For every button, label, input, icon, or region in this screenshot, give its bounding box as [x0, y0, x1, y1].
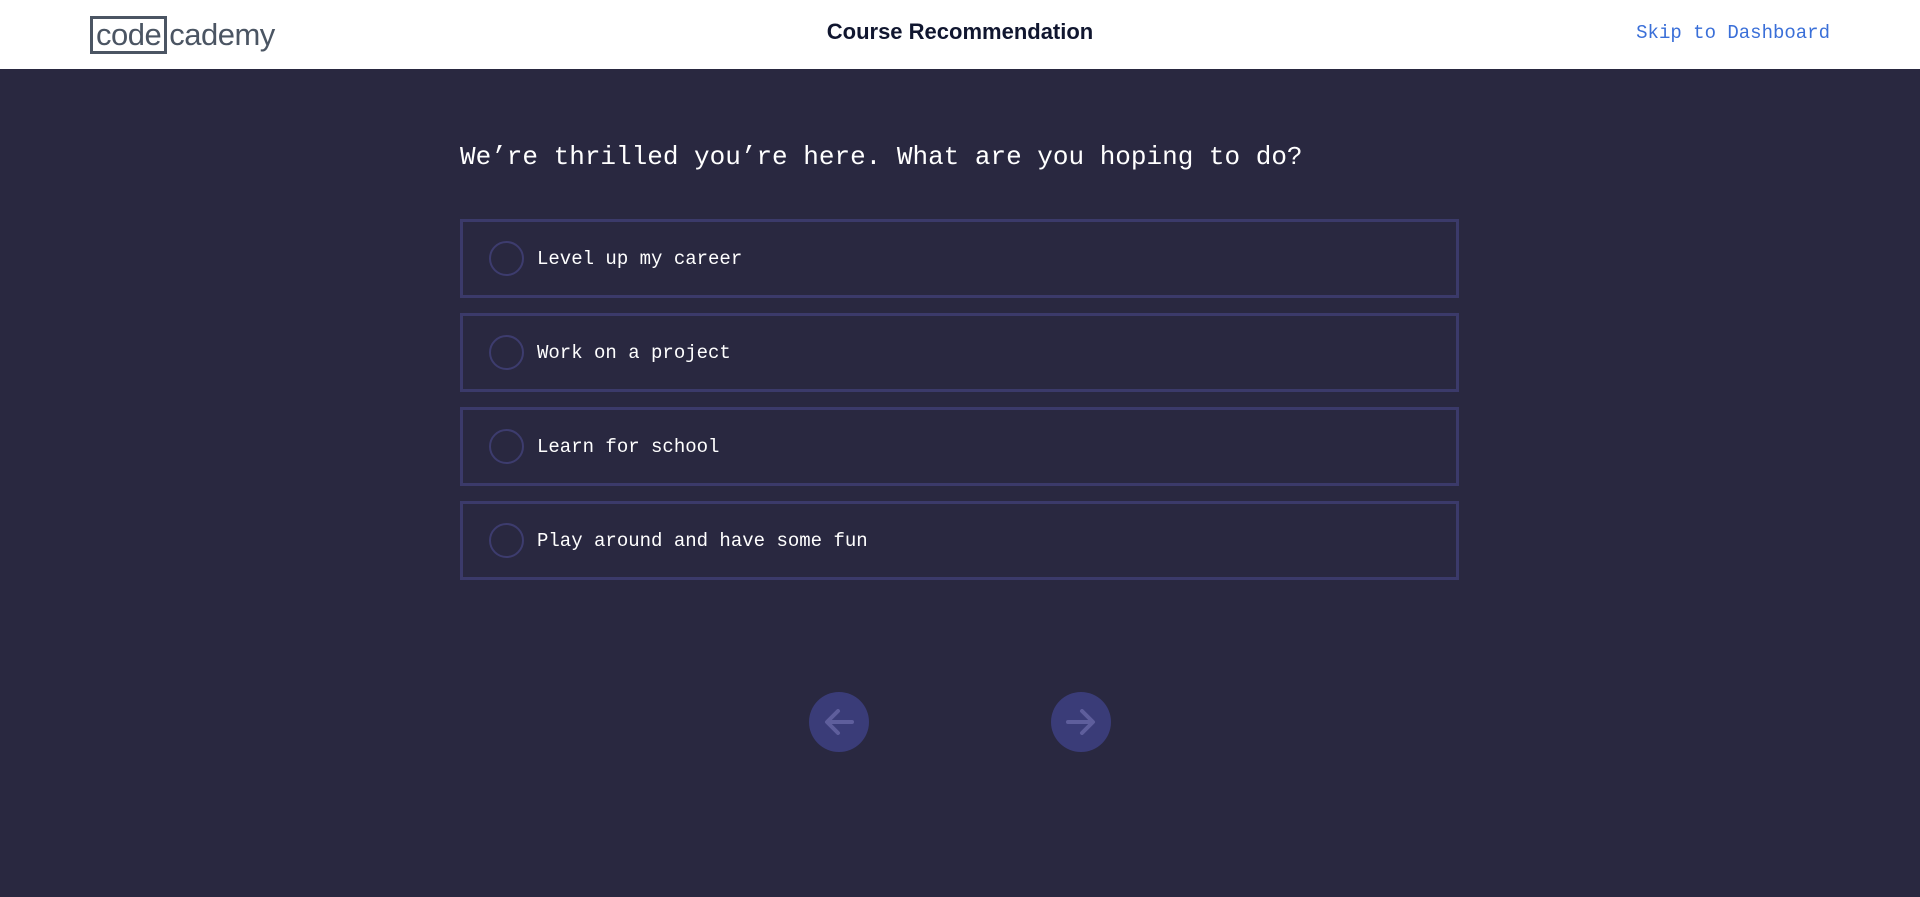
- radio-circle-icon[interactable]: [489, 429, 524, 464]
- option-label: Level up my career: [537, 247, 743, 270]
- top-bar: code cademy Course Recommendation Skip to…: [0, 0, 1920, 69]
- back-button[interactable]: [809, 692, 869, 752]
- option-play-around[interactable]: Play around and have some fun: [460, 501, 1459, 580]
- page-title: Course Recommendation: [826, 19, 1094, 44]
- option-label: Work on a project: [537, 341, 731, 364]
- option-learn-for-school[interactable]: Learn for school: [460, 407, 1459, 486]
- next-button[interactable]: [1051, 692, 1111, 752]
- options-list: Level up my career Work on a project Lea…: [460, 219, 1459, 595]
- skip-to-dashboard-link[interactable]: Skip to Dashboard: [1636, 22, 1830, 44]
- option-label: Play around and have some fun: [537, 529, 868, 552]
- option-label: Learn for school: [537, 435, 720, 458]
- question-heading: We’re thrilled you’re here. What are you…: [460, 142, 1303, 172]
- arrow-right-icon: [1066, 709, 1095, 735]
- option-level-up-career[interactable]: Level up my career: [460, 219, 1459, 298]
- option-work-on-project[interactable]: Work on a project: [460, 313, 1459, 392]
- radio-circle-icon[interactable]: [489, 241, 524, 276]
- radio-circle-icon[interactable]: [489, 335, 524, 370]
- radio-circle-icon[interactable]: [489, 523, 524, 558]
- arrow-left-icon: [825, 709, 854, 735]
